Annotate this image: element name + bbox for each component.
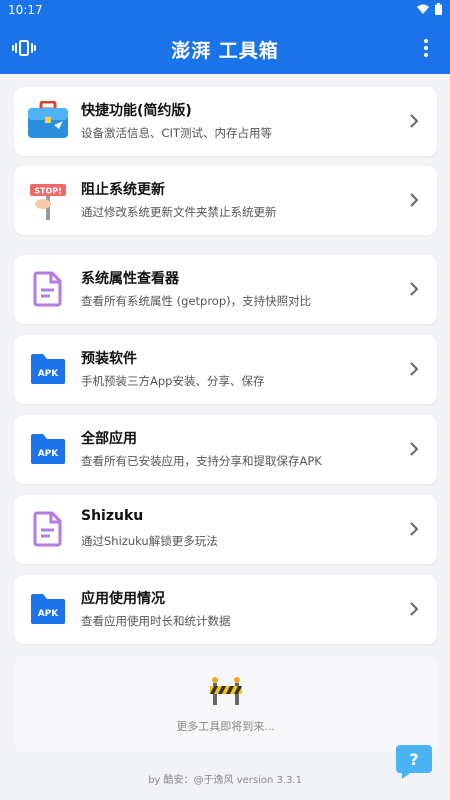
help-chat-icon[interactable]: ? — [394, 743, 434, 781]
tool-subtitle: 查看应用使用时长和统计数据 — [81, 614, 231, 628]
wifi-icon — [417, 4, 429, 14]
tool-card-all-apps[interactable]: APK 全部应用 查看所有已安装应用，支持分享和提取保存APK — [14, 415, 437, 484]
battery-icon — [435, 3, 442, 15]
status-bar: 10:17 — [0, 0, 450, 22]
apk-label: APK — [38, 369, 60, 379]
tool-subtitle: 通过Shizuku解锁更多玩法 — [81, 534, 218, 548]
tool-card-preinstalled[interactable]: APK 预装软件 手机预装三方App安装、分享、保存 — [14, 335, 437, 404]
chevron-right-icon — [410, 602, 419, 616]
apk-folder-icon: APK — [26, 347, 70, 391]
briefcase-icon — [26, 99, 70, 143]
app-bar: 10:17 澎湃 工具箱 — [0, 0, 450, 74]
status-time: 10:17 — [8, 3, 43, 17]
tool-title: 快捷功能(简约版) — [81, 103, 192, 119]
chevron-right-icon — [410, 522, 419, 536]
stop-sign-icon: STOP! — [26, 178, 70, 222]
tool-title: 应用使用情况 — [81, 591, 165, 607]
app-title: 澎湃 工具箱 — [171, 40, 279, 62]
tool-card-shizuku[interactable]: Shizuku 通过Shizuku解锁更多玩法 — [14, 495, 437, 564]
tool-title: 全部应用 — [81, 431, 137, 447]
document-icon — [26, 267, 70, 311]
tool-title: 阻止系统更新 — [81, 182, 165, 198]
apk-folder-icon: APK — [26, 587, 70, 631]
tool-card-block-update[interactable]: STOP! 阻止系统更新 通过修改系统更新文件夹禁止系统更新 — [14, 166, 437, 235]
chevron-right-icon — [410, 442, 419, 456]
chevron-right-icon — [410, 282, 419, 296]
tool-subtitle: 手机预装三方App安装、分享、保存 — [81, 374, 265, 388]
more-options-icon[interactable] — [414, 36, 438, 60]
chevron-right-icon — [410, 193, 419, 207]
tool-subtitle: 查看所有已安装应用，支持分享和提取保存APK — [81, 454, 322, 468]
tool-title: 系统属性查看器 — [81, 271, 179, 287]
apk-label: APK — [38, 609, 60, 619]
construction-barrier-icon — [210, 677, 242, 705]
coming-soon-text: 更多工具即将到来... — [176, 720, 275, 733]
tool-subtitle: 查看所有系统属性 (getprop)，支持快照对比 — [81, 294, 312, 308]
apk-label: APK — [38, 449, 60, 459]
author-version-text: by 酷安：@于逸风 version 3.3.1 — [148, 775, 302, 786]
stop-sign-text: STOP! — [34, 187, 62, 196]
tool-subtitle: 设备激活信息、CIT测试、内存占用等 — [81, 126, 272, 140]
coming-soon-card: 更多工具即将到来... — [14, 656, 437, 752]
tool-card-app-usage[interactable]: APK 应用使用情况 查看应用使用时长和统计数据 — [14, 575, 437, 644]
tool-title: Shizuku — [81, 508, 144, 524]
status-icons — [417, 3, 442, 15]
apk-folder-icon: APK — [26, 427, 70, 471]
document-icon — [26, 507, 70, 551]
tool-card-prop-viewer[interactable]: 系统属性查看器 查看所有系统属性 (getprop)，支持快照对比 — [14, 255, 437, 324]
chevron-right-icon — [410, 114, 419, 128]
chevron-right-icon — [410, 362, 419, 376]
tool-title: 预装软件 — [81, 351, 137, 367]
tool-card-quick-functions[interactable]: 快捷功能(简约版) 设备激活信息、CIT测试、内存占用等 — [14, 87, 437, 156]
help-label: ? — [409, 750, 418, 769]
tool-subtitle: 通过修改系统更新文件夹禁止系统更新 — [81, 205, 277, 219]
